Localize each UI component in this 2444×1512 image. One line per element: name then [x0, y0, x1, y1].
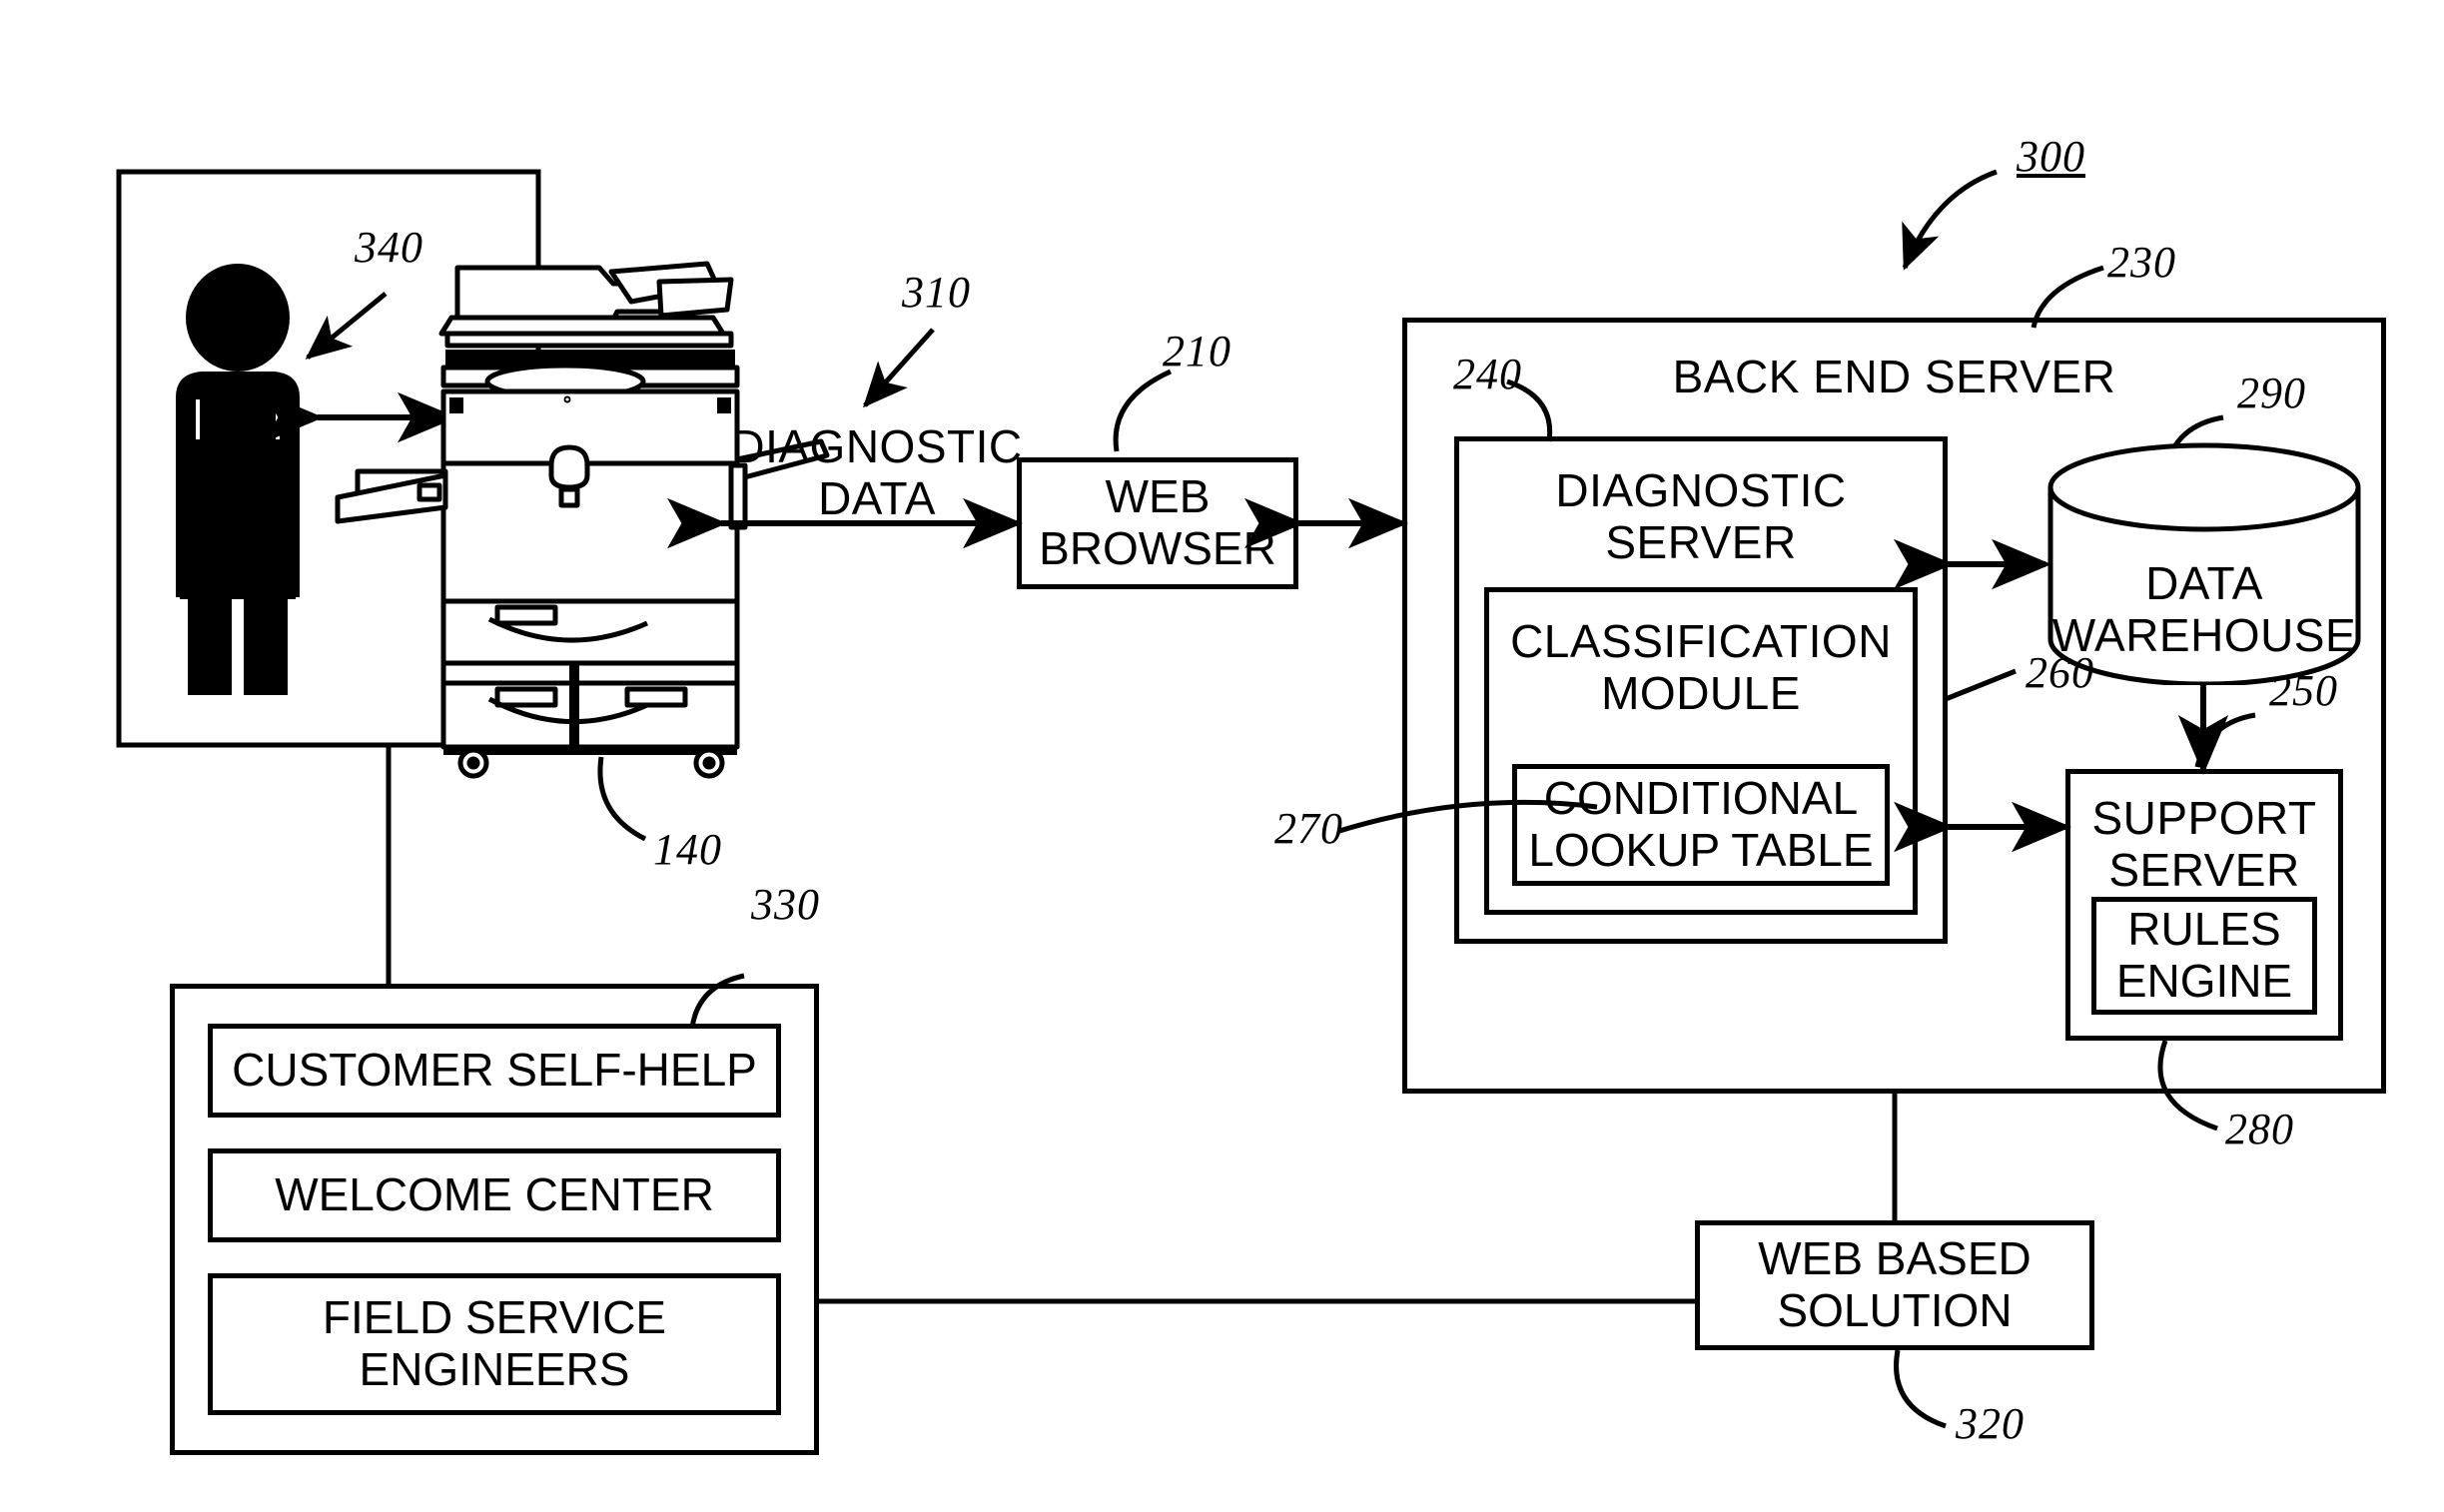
ref-280: 280	[2225, 1105, 2294, 1153]
person-pictogram	[176, 264, 300, 695]
conditional-lookup-table-box[interactable]: CONDITIONAL LOOKUP TABLE	[1512, 764, 1890, 886]
data-warehouse-label: DATA WAREHOUSE	[2051, 557, 2357, 661]
web-based-solution-box[interactable]: WEB BASED SOLUTION	[1695, 1220, 2094, 1350]
welcome-center-box[interactable]: WELCOME CENTER	[208, 1148, 781, 1242]
patent-figure-canvas: WEB BROWSER BACK END SERVER DIAGNOSTIC S…	[0, 0, 2444, 1512]
leader-320	[1894, 1349, 1947, 1429]
ref-240: 240	[1453, 350, 1522, 398]
field-service-engineers-label: FIELD SERVICE ENGINEERS	[322, 1291, 667, 1395]
ref-270: 270	[1274, 804, 1343, 853]
ref-330: 330	[751, 880, 820, 929]
leader-300	[1902, 169, 1998, 271]
classification-module-label: CLASSIFICATION MODULE	[1510, 615, 1892, 719]
ref-250: 250	[2269, 666, 2338, 715]
customer-self-help-label: CUSTOMER SELF-HELP	[232, 1044, 757, 1097]
customer-self-help-box[interactable]: CUSTOMER SELF-HELP	[208, 1024, 781, 1118]
ref-260: 260	[2026, 648, 2094, 697]
ref-340: 340	[355, 223, 423, 272]
ref-figure-300: 300	[2017, 132, 2085, 181]
ref-210: 210	[1163, 327, 1231, 376]
leader-210	[1113, 369, 1173, 452]
rules-engine-box[interactable]: RULES ENGINE	[2091, 897, 2317, 1015]
diagnostic-data-label: DIAGNOSTIC DATA	[731, 420, 1023, 524]
web-based-solution-label: WEB BASED SOLUTION	[1758, 1232, 2032, 1336]
welcome-center-label: WELCOME CENTER	[275, 1168, 714, 1221]
user-scene-rect	[116, 169, 541, 748]
leader-140	[597, 756, 647, 842]
support-server-label: SUPPORT SERVER	[2091, 792, 2317, 896]
field-service-engineers-box[interactable]: FIELD SERVICE ENGINEERS	[208, 1273, 781, 1415]
ref-290: 290	[2237, 369, 2306, 417]
leader-340	[305, 292, 388, 360]
ref-230: 230	[2107, 238, 2176, 287]
ref-310: 310	[902, 268, 971, 317]
ref-320: 320	[1956, 1399, 2025, 1448]
rules-engine-label: RULES ENGINE	[2115, 903, 2293, 1007]
web-browser-box[interactable]: WEB BROWSER	[1017, 457, 1298, 589]
ref-140: 140	[653, 825, 722, 874]
conditional-lookup-table-label: CONDITIONAL LOOKUP TABLE	[1528, 772, 1874, 876]
leader-310	[862, 328, 935, 408]
diagnostic-server-label: DIAGNOSTIC SERVER	[1555, 464, 1847, 568]
web-browser-label: WEB BROWSER	[1039, 470, 1276, 574]
